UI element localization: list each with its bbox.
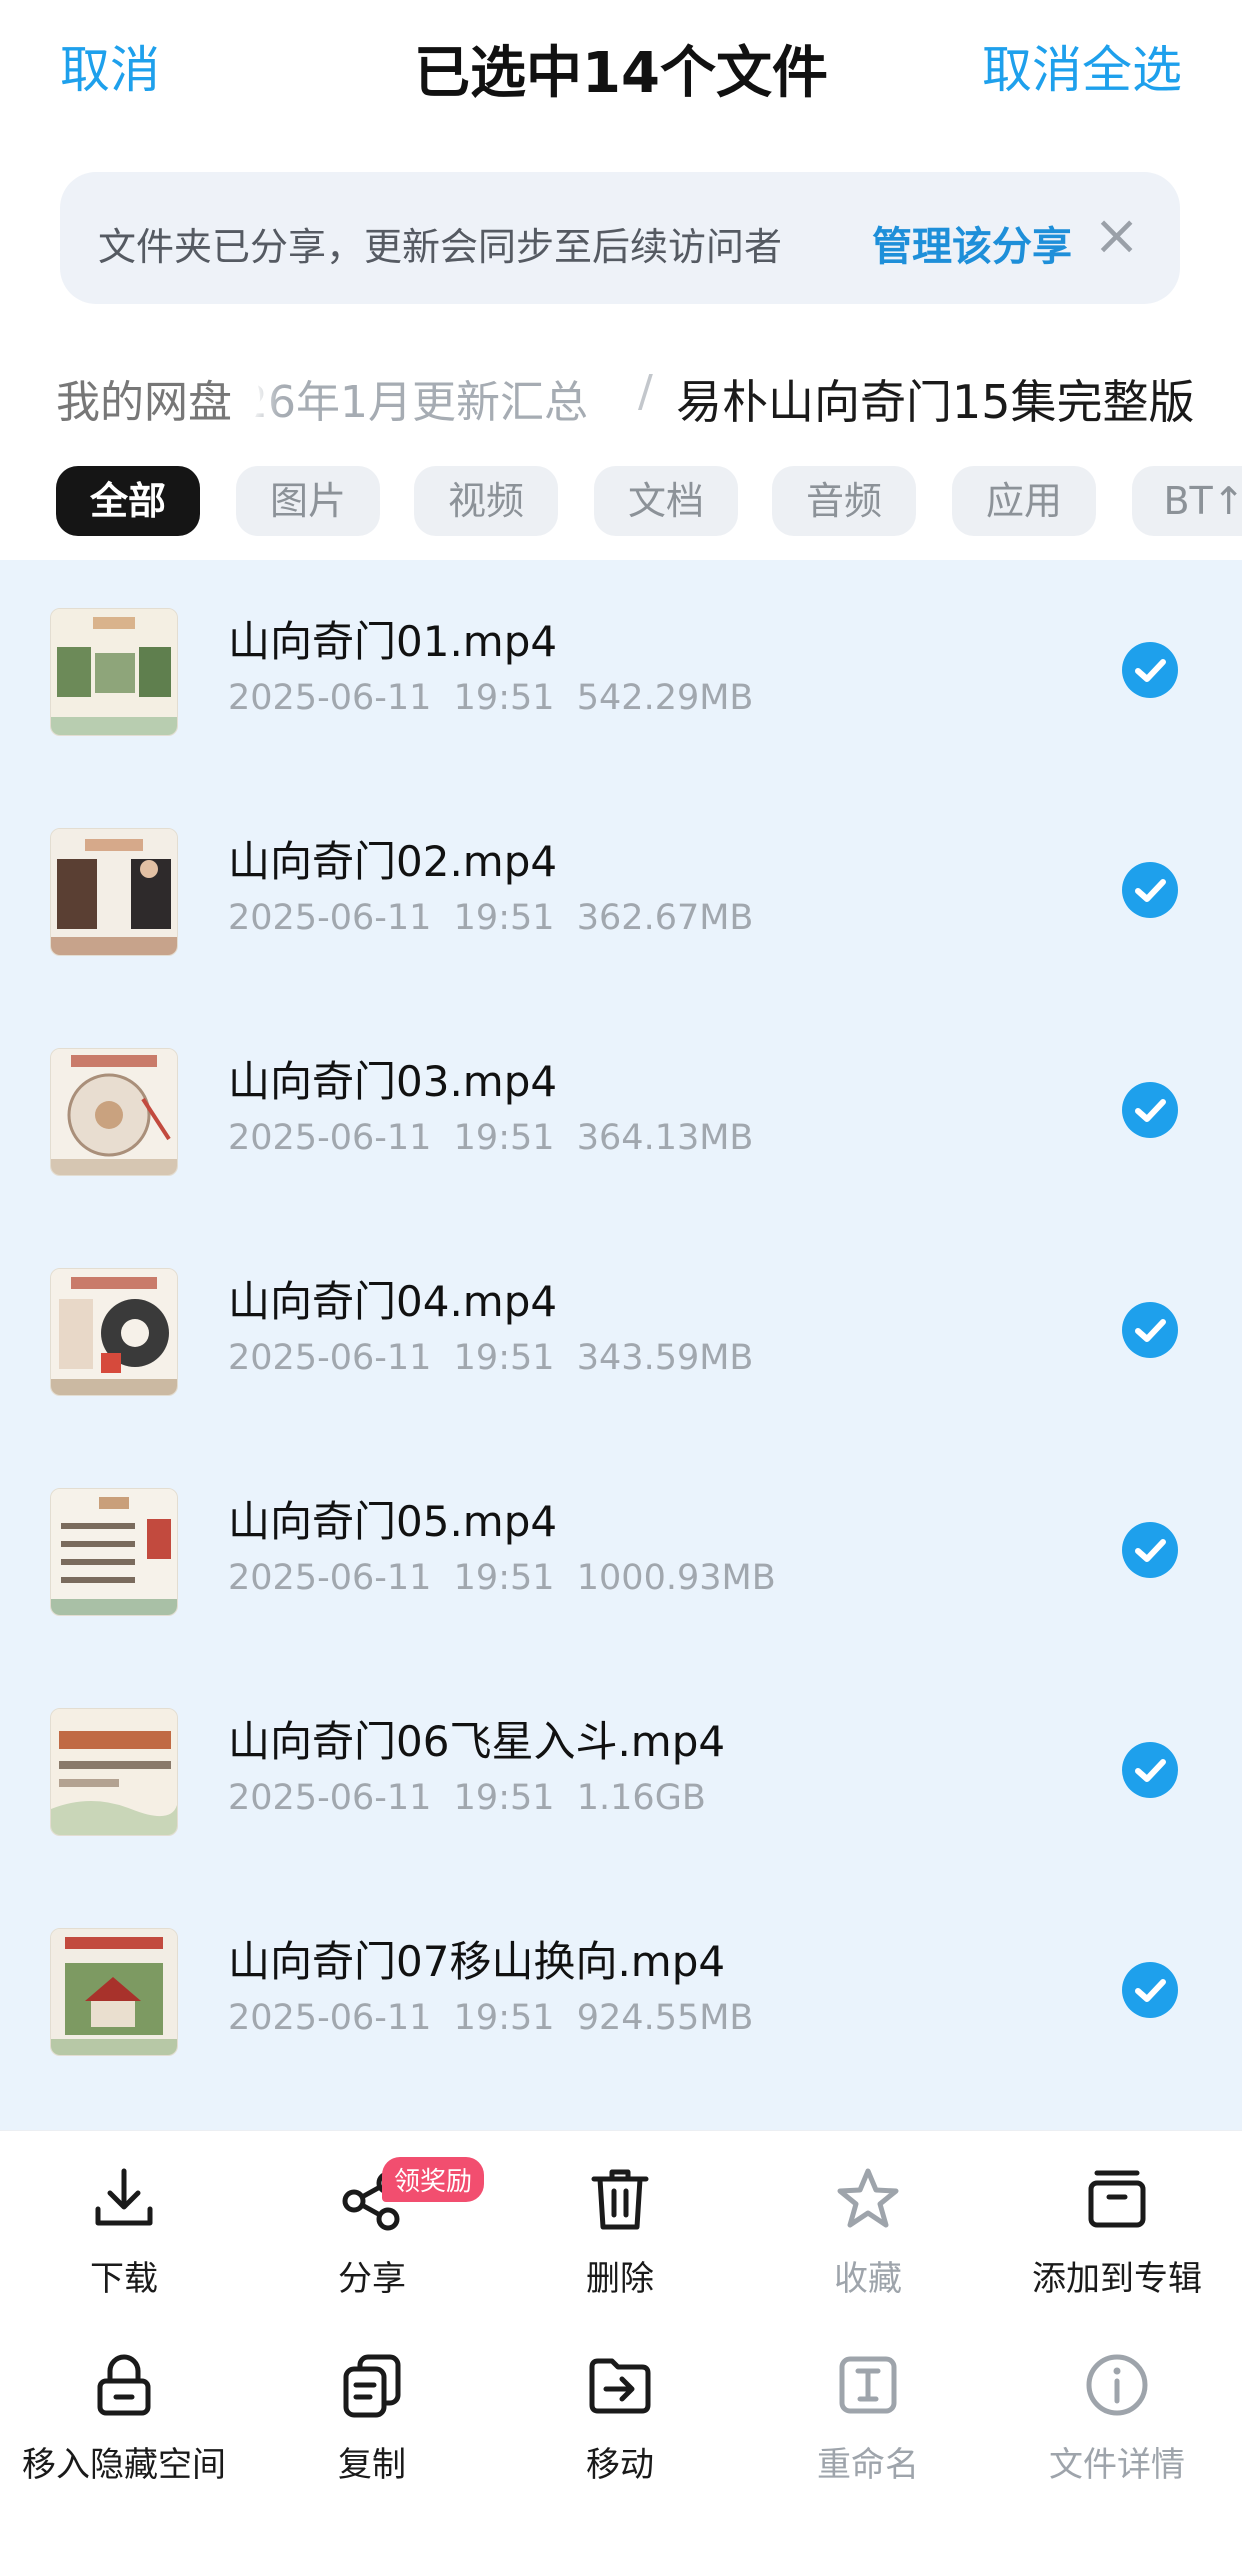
breadcrumb-item-root[interactable]: 我的网盘	[28, 358, 260, 438]
rename-icon	[839, 2356, 897, 2414]
copy-button[interactable]: 复制	[248, 2349, 496, 2486]
file-name: 山向奇门02.mp4	[228, 837, 558, 886]
checkmark-icon[interactable]	[1122, 1082, 1178, 1138]
video-thumbnail	[50, 608, 178, 736]
add-to-album-button[interactable]: 添加到专辑	[992, 2163, 1242, 2300]
video-thumbnail	[50, 828, 178, 956]
checkmark-icon[interactable]	[1122, 1522, 1178, 1578]
move-label: 移动	[586, 2445, 654, 2485]
list-item[interactable]: 山向奇门06飞星入斗.mp4 2025-06-11 19:51 1.16GB	[0, 1660, 1242, 1880]
filter-chip-documents[interactable]: 文档	[594, 466, 738, 536]
trash-icon	[591, 2169, 649, 2230]
breadcrumb: 26年1月更新汇总 / 易朴山向奇门15集完整版 我的网盘	[0, 350, 1242, 440]
album-icon	[1088, 2170, 1146, 2228]
filter-chip-images[interactable]: 图片	[236, 466, 380, 536]
favorite-button[interactable]: 收藏	[744, 2163, 992, 2300]
file-name: 山向奇门06飞星入斗.mp4	[228, 1717, 726, 1766]
delete-label: 删除	[586, 2259, 654, 2299]
video-thumbnail	[50, 1048, 178, 1176]
file-type-filter: 全部 图片 视频 文档 音频 应用 BT↑	[0, 458, 1242, 538]
info-icon	[1086, 2354, 1148, 2416]
filter-chip-bt[interactable]: BT↑	[1132, 466, 1242, 536]
checkmark-icon[interactable]	[1122, 1302, 1178, 1358]
file-list: 山向奇门01.mp4 2025-06-11 19:51 542.29MB 山向奇…	[0, 560, 1242, 2130]
file-meta: 2025-06-11 19:51 1000.93MB	[228, 1558, 776, 1598]
filter-chip-audio[interactable]: 音频	[772, 466, 916, 536]
video-thumbnail	[50, 1268, 178, 1396]
file-name: 山向奇门01.mp4	[228, 617, 558, 666]
favorite-label: 收藏	[834, 2259, 902, 2299]
file-meta: 2025-06-11 19:51 364.13MB	[228, 1118, 754, 1158]
file-name: 山向奇门03.mp4	[228, 1057, 558, 1106]
deselect-all-button[interactable]: 取消全选	[982, 30, 1182, 102]
close-icon[interactable]: ×	[1093, 206, 1140, 266]
download-icon	[95, 2168, 153, 2226]
move-to-hidden-label: 移入隐藏空间	[22, 2445, 226, 2485]
rename-label: 重命名	[817, 2445, 919, 2485]
copy-label: 复制	[338, 2445, 406, 2485]
rename-button[interactable]: 重命名	[744, 2349, 992, 2486]
list-item[interactable]: 山向奇门02.mp4 2025-06-11 19:51 362.67MB	[0, 780, 1242, 1000]
manage-share-link[interactable]: 管理该分享	[872, 214, 1072, 272]
file-meta: 2025-06-11 19:51 343.59MB	[228, 1338, 754, 1378]
checkmark-icon[interactable]	[1122, 1742, 1178, 1798]
move-to-hidden-button[interactable]: 移入隐藏空间	[0, 2349, 248, 2486]
share-button[interactable]: 领奖励 分享	[248, 2157, 496, 2300]
video-thumbnail	[50, 1928, 178, 2056]
file-name: 山向奇门07移山换向.mp4	[228, 1937, 726, 1986]
add-to-album-label: 添加到专辑	[1032, 2259, 1202, 2299]
batch-action-bar: 下载 领奖励 分享 删除 收藏 添加到专辑 移入隐藏空间 复制 移动 重命名 文…	[0, 2130, 1242, 2561]
file-meta: 2025-06-11 19:51 362.67MB	[228, 898, 754, 938]
share-notice-text: 文件夹已分享，更新会同步至后续访问者	[98, 225, 783, 269]
list-item[interactable]: 山向奇门04.mp4 2025-06-11 19:51 343.59MB	[0, 1220, 1242, 1440]
list-item[interactable]: 山向奇门01.mp4 2025-06-11 19:51 542.29MB	[0, 560, 1242, 780]
video-thumbnail	[50, 1708, 178, 1836]
filter-chip-all[interactable]: 全部	[56, 466, 200, 536]
delete-button[interactable]: 删除	[496, 2163, 744, 2300]
file-details-label: 文件详情	[1049, 2445, 1185, 2485]
share-notice-banner: 文件夹已分享，更新会同步至后续访问者 管理该分享 ×	[60, 172, 1180, 304]
list-item[interactable]: 山向奇门07移山换向.mp4 2025-06-11 19:51 924.55MB	[0, 1880, 1242, 2100]
share-label: 分享	[338, 2259, 406, 2299]
file-meta: 2025-06-11 19:51 1.16GB	[228, 1778, 706, 1818]
breadcrumb-item-current: 易朴山向奇门15集完整版	[676, 375, 1195, 429]
copy-icon	[343, 2354, 401, 2418]
lock-icon	[97, 2354, 151, 2416]
breadcrumb-item-parent[interactable]: 26年1月更新汇总	[240, 366, 588, 430]
list-item[interactable]: 山向奇门03.mp4 2025-06-11 19:51 364.13MB	[0, 1000, 1242, 1220]
download-button[interactable]: 下载	[0, 2163, 248, 2300]
file-details-button[interactable]: 文件详情	[992, 2349, 1242, 2486]
top-bar: 取消 已选中14个文件 取消全选	[0, 0, 1242, 130]
breadcrumb-separator: /	[638, 366, 653, 417]
star-icon	[837, 2168, 899, 2228]
checkmark-icon[interactable]	[1122, 862, 1178, 918]
download-label: 下载	[90, 2259, 158, 2299]
file-name: 山向奇门05.mp4	[228, 1497, 558, 1546]
list-item[interactable]: 山向奇门05.mp4 2025-06-11 19:51 1000.93MB	[0, 1440, 1242, 1660]
move-folder-icon	[589, 2358, 651, 2414]
video-thumbnail	[50, 1488, 178, 1616]
checkmark-icon[interactable]	[1122, 1962, 1178, 2018]
file-meta: 2025-06-11 19:51 542.29MB	[228, 678, 754, 718]
file-name: 山向奇门04.mp4	[228, 1277, 558, 1326]
file-meta: 2025-06-11 19:51 924.55MB	[228, 1998, 754, 2038]
reward-badge: 领奖励	[382, 2157, 485, 2202]
filter-chip-videos[interactable]: 视频	[414, 466, 558, 536]
checkmark-icon[interactable]	[1122, 642, 1178, 698]
filter-chip-apps[interactable]: 应用	[952, 466, 1096, 536]
move-button[interactable]: 移动	[496, 2349, 744, 2486]
